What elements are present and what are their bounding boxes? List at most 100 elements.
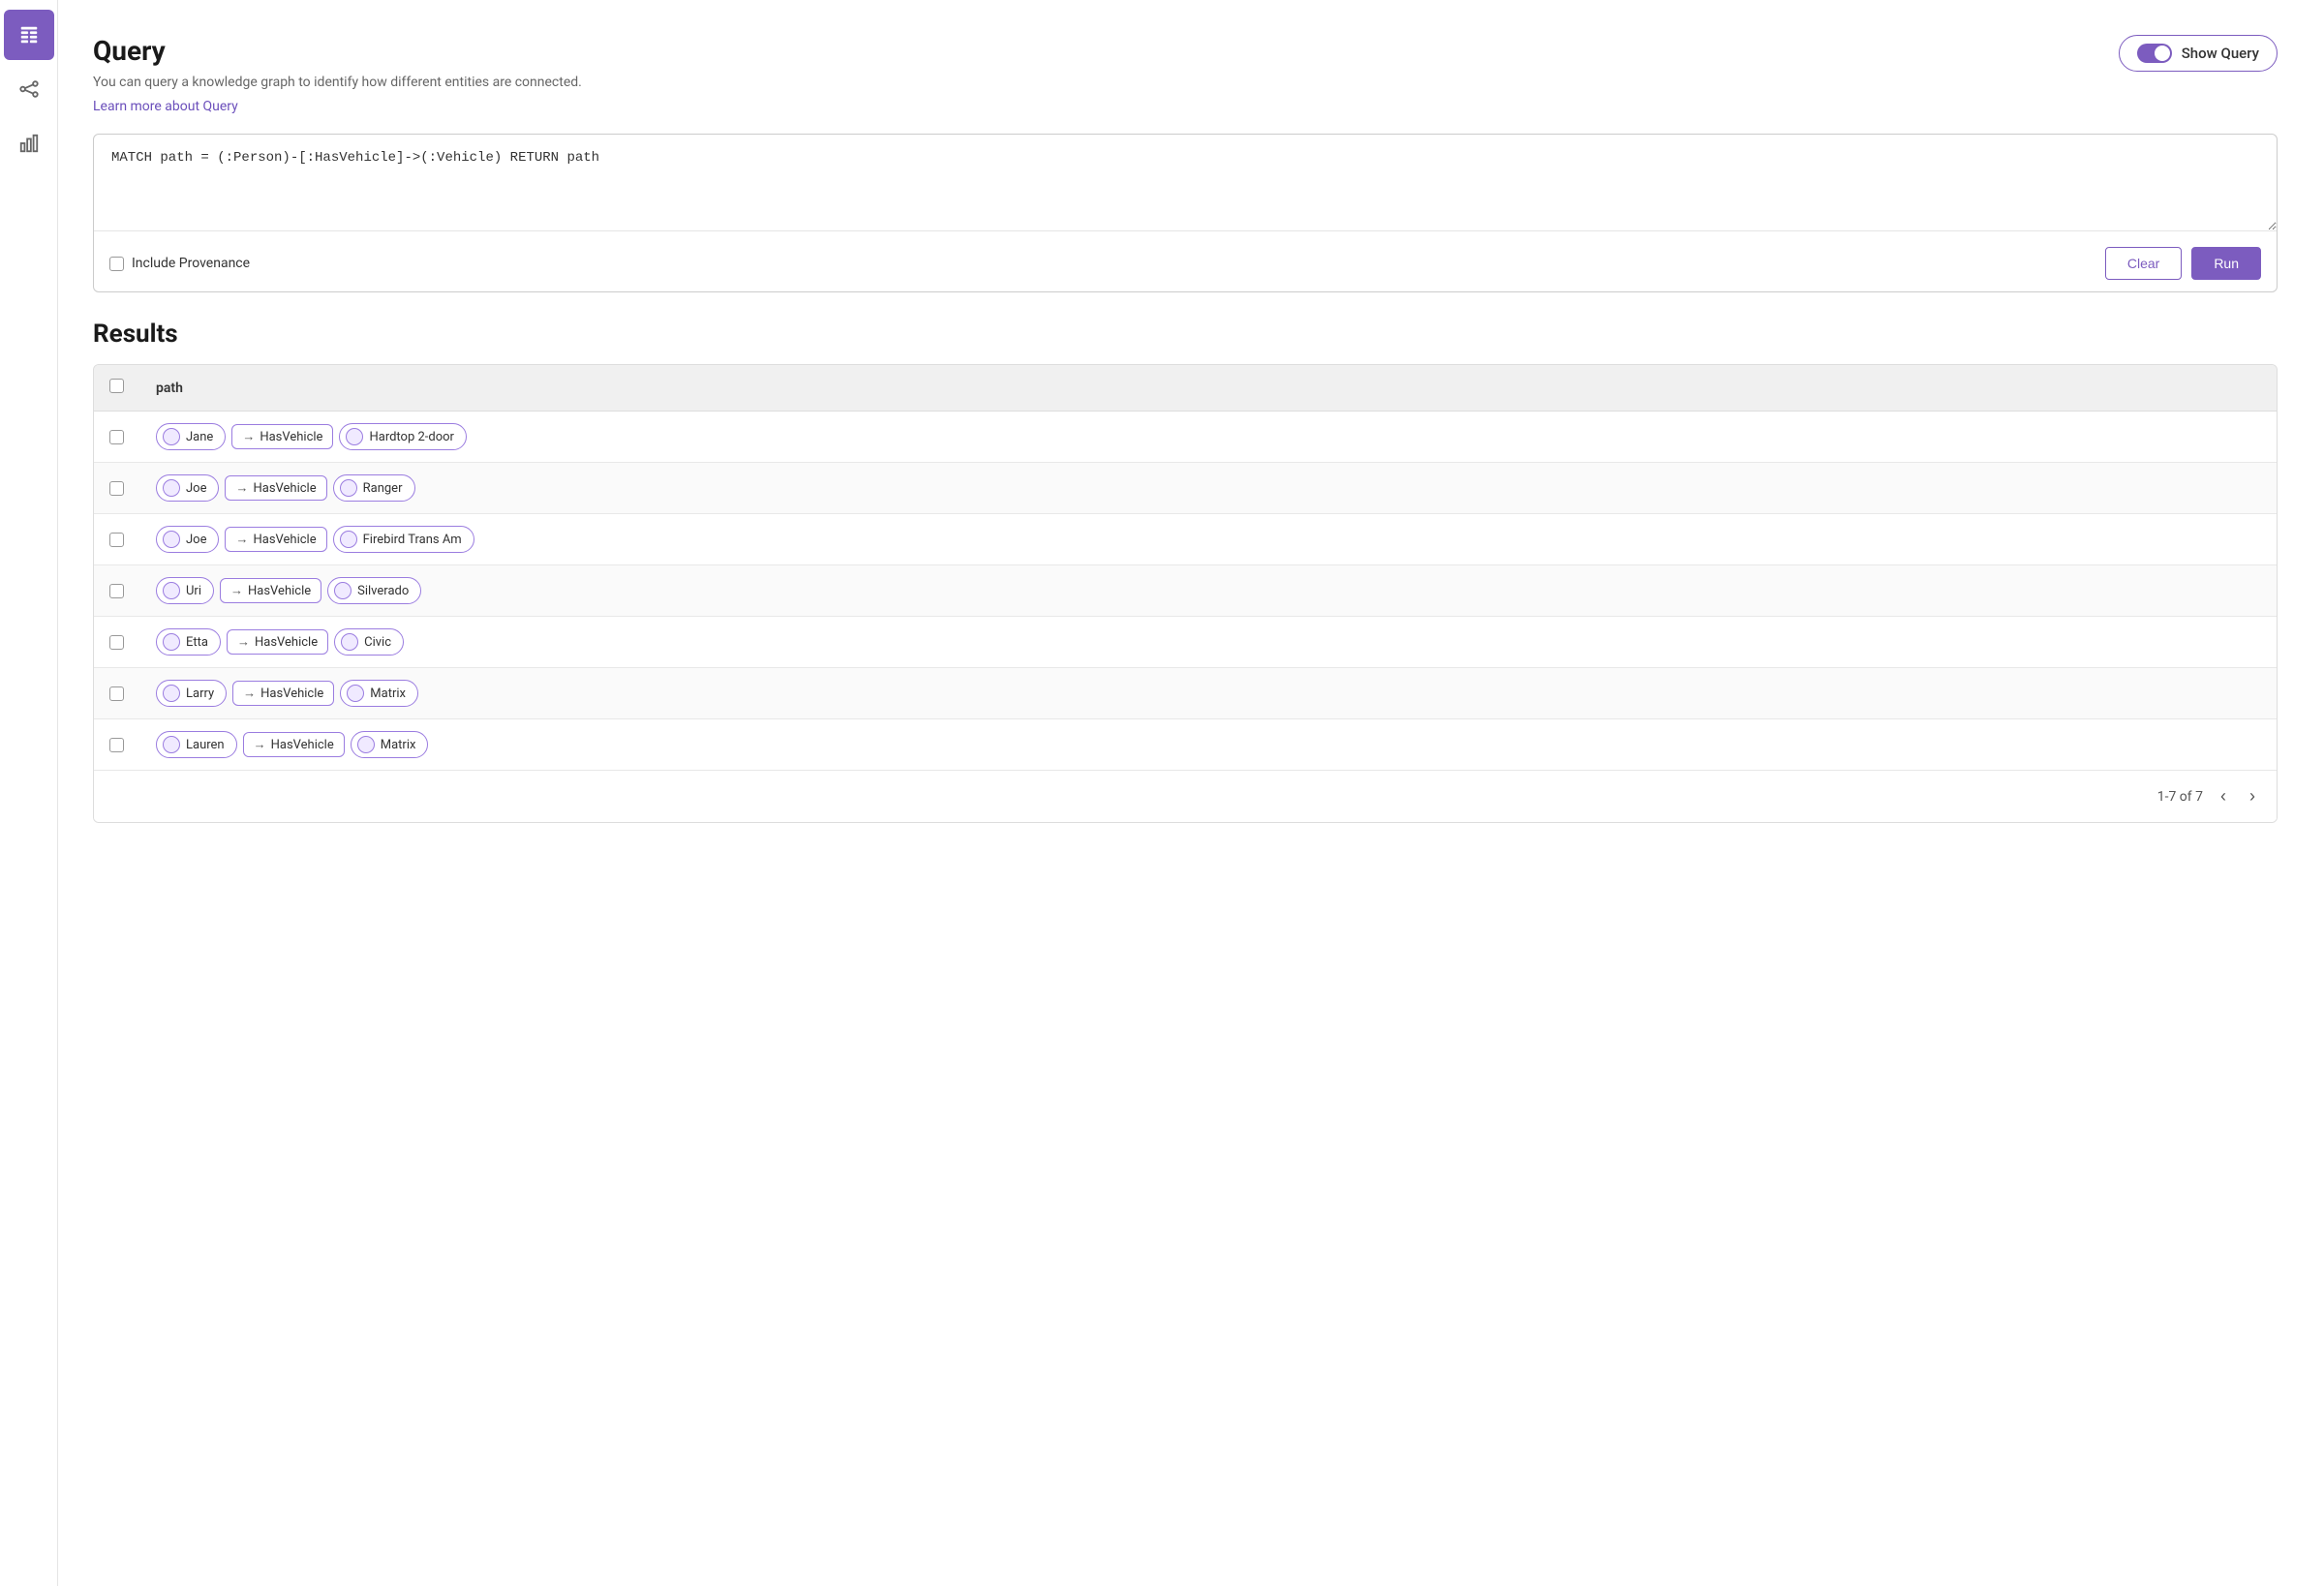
table-row: Joe → HasVehicle Firebird Trans Am (94, 514, 2277, 565)
person-node-label: Etta (186, 635, 208, 650)
chart-icon (18, 133, 40, 154)
vehicle-node-label: Silverado (357, 584, 409, 598)
header-checkbox[interactable] (109, 379, 124, 393)
vehicle-node-icon (340, 531, 357, 548)
vehicle-node-pill[interactable]: Ranger (333, 474, 415, 502)
person-node-pill[interactable]: Lauren (156, 731, 237, 758)
edge-pill[interactable]: → HasVehicle (225, 475, 326, 501)
vehicle-node-pill[interactable]: Matrix (340, 680, 418, 707)
row-checkbox[interactable] (109, 635, 124, 650)
prev-page-button[interactable]: ‹ (2215, 784, 2232, 808)
sidebar-item-chart[interactable] (4, 118, 54, 168)
vehicle-node-label: Firebird Trans Am (363, 533, 462, 547)
row-checkbox[interactable] (109, 738, 124, 752)
vehicle-node-pill[interactable]: Firebird Trans Am (333, 526, 474, 553)
person-node-label: Lauren (186, 738, 225, 752)
edge-pill[interactable]: → HasVehicle (243, 732, 345, 757)
provenance-checkbox[interactable] (109, 257, 124, 271)
edge-arrow: → (243, 686, 256, 701)
run-button[interactable]: Run (2191, 247, 2261, 280)
person-node-label: Joe (186, 481, 206, 496)
person-node-pill[interactable]: Joe (156, 474, 219, 502)
row-checkbox[interactable] (109, 481, 124, 496)
table-row: Lauren→ HasVehicleMatrix (94, 719, 2277, 771)
query-box: MATCH path = (:Person)-[:HasVehicle]->(:… (93, 134, 2278, 292)
person-node-pill[interactable]: Joe (156, 526, 219, 553)
row-checkbox-cell (94, 463, 140, 514)
query-footer: Include Provenance Clear Run (94, 235, 2277, 291)
query-textarea[interactable]: MATCH path = (:Person)-[:HasVehicle]->(:… (94, 135, 2277, 231)
edge-pill[interactable]: → HasVehicle (231, 424, 333, 449)
edge-arrow: → (254, 737, 266, 752)
table-row: Jane → HasVehicleHardtop 2-door (94, 412, 2277, 463)
vehicle-node-icon (346, 428, 363, 445)
row-checkbox[interactable] (109, 533, 124, 547)
table-row: Etta → HasVehicleCivic (94, 617, 2277, 668)
vehicle-node-pill[interactable]: Civic (334, 628, 404, 656)
edge-arrow: → (230, 583, 243, 598)
path-row: Larry→ HasVehicleMatrix (156, 680, 2261, 707)
row-checkbox[interactable] (109, 430, 124, 444)
edge-label: HasVehicle (253, 533, 316, 547)
header-row: Query You can query a knowledge graph to… (93, 35, 2278, 114)
vehicle-node-pill[interactable]: Silverado (327, 577, 421, 604)
row-checkbox-cell (94, 565, 140, 617)
person-node-label: Uri (186, 584, 201, 598)
sidebar-item-graph[interactable] (4, 64, 54, 114)
person-node-pill[interactable]: Etta (156, 628, 221, 656)
vehicle-node-pill[interactable]: Hardtop 2-door (339, 423, 467, 450)
row-path-cell: Uri → HasVehicle Silverado (140, 565, 2277, 617)
edge-pill[interactable]: → HasVehicle (227, 629, 328, 655)
row-checkbox-cell (94, 514, 140, 565)
clear-button[interactable]: Clear (2105, 247, 2182, 280)
vehicle-node-icon (340, 479, 357, 497)
row-path-cell: Etta → HasVehicleCivic (140, 617, 2277, 668)
row-path-cell: Joe → HasVehicle Ranger (140, 463, 2277, 514)
page-title: Query (93, 35, 582, 67)
query-actions: Clear Run (2105, 247, 2261, 280)
edge-pill[interactable]: → HasVehicle (232, 681, 334, 706)
edge-pill[interactable]: → HasVehicle (220, 578, 321, 603)
sidebar (0, 0, 58, 1586)
row-checkbox-cell (94, 412, 140, 463)
show-query-label: Show Query (2182, 45, 2259, 62)
person-node-icon (163, 736, 180, 753)
table-header-row: path (94, 365, 2277, 412)
person-node-pill[interactable]: Uri (156, 577, 214, 604)
person-node-label: Joe (186, 533, 206, 547)
path-row: Jane → HasVehicleHardtop 2-door (156, 423, 2261, 450)
page-subtitle: You can query a knowledge graph to ident… (93, 75, 582, 90)
path-row: Etta → HasVehicleCivic (156, 628, 2261, 656)
row-checkbox-cell (94, 617, 140, 668)
table-row: Larry→ HasVehicleMatrix (94, 668, 2277, 719)
header-checkbox-cell (94, 365, 140, 412)
row-path-cell: Joe → HasVehicle Firebird Trans Am (140, 514, 2277, 565)
table-icon (18, 24, 40, 46)
person-node-label: Jane (186, 430, 213, 444)
sidebar-item-table[interactable] (4, 10, 54, 60)
vehicle-node-icon (347, 685, 364, 702)
edge-label: HasVehicle (260, 686, 323, 701)
toggle-knob (2155, 46, 2170, 61)
path-row: Uri → HasVehicle Silverado (156, 577, 2261, 604)
path-row: Joe → HasVehicle Ranger (156, 474, 2261, 502)
row-path-cell: Larry→ HasVehicleMatrix (140, 668, 2277, 719)
learn-more-link[interactable]: Learn more about Query (93, 99, 238, 114)
row-checkbox[interactable] (109, 584, 124, 598)
person-node-pill[interactable]: Jane (156, 423, 226, 450)
show-query-toggle[interactable]: Show Query (2119, 35, 2278, 72)
row-path-cell: Lauren→ HasVehicleMatrix (140, 719, 2277, 771)
toggle-switch (2137, 44, 2172, 63)
provenance-label[interactable]: Include Provenance (109, 256, 250, 271)
edge-label: HasVehicle (255, 635, 318, 650)
edge-label: HasVehicle (271, 738, 334, 752)
vehicle-node-pill[interactable]: Matrix (351, 731, 429, 758)
table-row: Uri → HasVehicle Silverado (94, 565, 2277, 617)
person-node-icon (163, 685, 180, 702)
edge-pill[interactable]: → HasVehicle (225, 527, 326, 552)
edge-label: HasVehicle (248, 584, 311, 598)
row-checkbox[interactable] (109, 686, 124, 701)
next-page-button[interactable]: › (2244, 784, 2261, 808)
person-node-pill[interactable]: Larry (156, 680, 227, 707)
edge-arrow: → (242, 429, 255, 444)
